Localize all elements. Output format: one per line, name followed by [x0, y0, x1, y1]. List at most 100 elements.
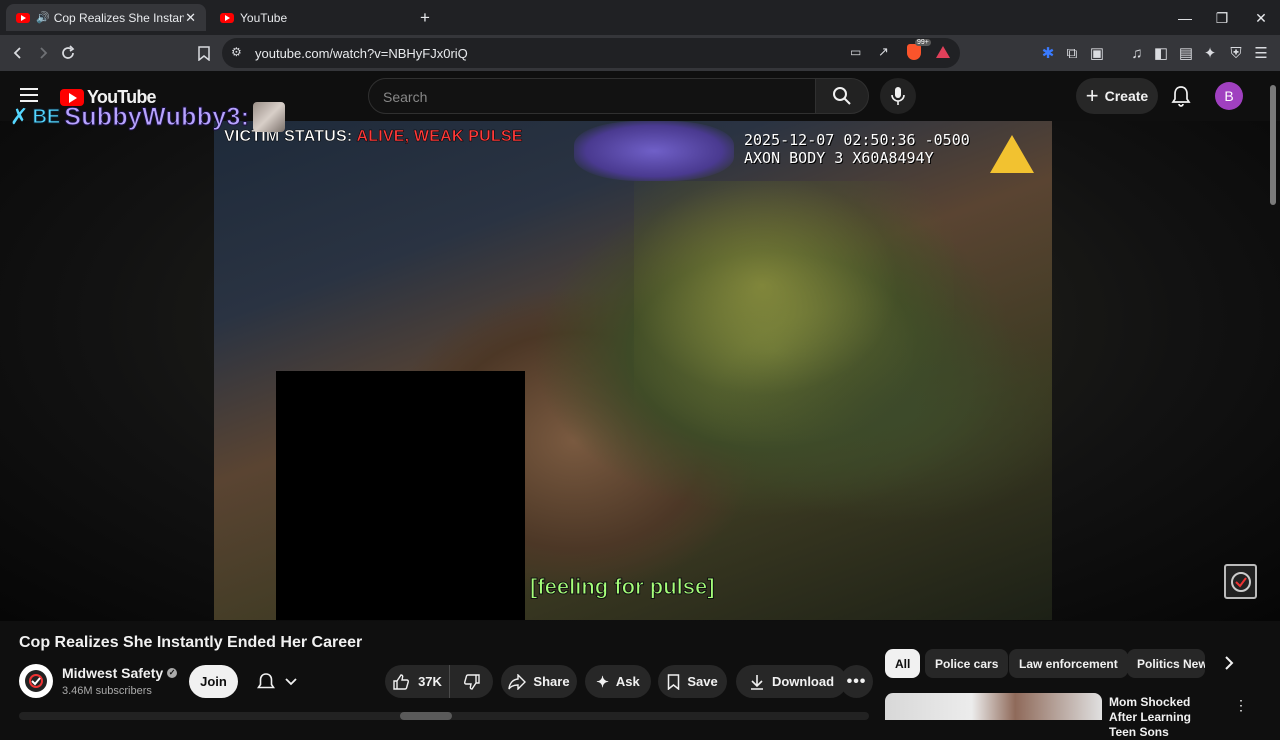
search-input[interactable]: Search	[368, 78, 816, 114]
like-dislike-group: 37K	[385, 665, 493, 698]
join-button[interactable]: Join	[189, 665, 238, 698]
sword-icon: ✗	[10, 104, 29, 129]
subscription-bell-button[interactable]	[247, 665, 307, 698]
channel-avatar[interactable]	[19, 664, 53, 698]
brave-shield-icon[interactable]	[907, 44, 921, 60]
download-button[interactable]: Download	[736, 665, 847, 698]
new-tab-button[interactable]: +	[414, 4, 440, 31]
youtube-favicon-icon	[16, 12, 30, 23]
search-placeholder: Search	[383, 89, 428, 105]
bell-icon	[257, 672, 275, 688]
search-button[interactable]	[815, 78, 869, 114]
brave-rewards-icon[interactable]	[936, 46, 950, 58]
cursor-scroll-indicator	[400, 712, 452, 720]
vpn-shield-icon[interactable]: ⛨	[1226, 43, 1246, 63]
ask-button[interactable]: ✦ Ask	[585, 665, 651, 698]
youtube-favicon-icon	[220, 12, 234, 23]
more-actions-button[interactable]: •••	[840, 665, 873, 698]
cast-icon[interactable]: ▭	[850, 45, 861, 59]
notifications-bell-icon[interactable]	[1171, 85, 1191, 112]
extension-icon[interactable]: ✱	[1038, 43, 1058, 63]
verified-icon: ✓	[167, 668, 178, 678]
sparkle-icon: ✦	[596, 673, 609, 691]
share-arrow-icon	[508, 673, 527, 690]
plus-icon: +	[1085, 83, 1099, 108]
create-button[interactable]: + Create	[1076, 78, 1158, 114]
create-label: Create	[1104, 88, 1149, 104]
voice-search-button[interactable]	[880, 78, 916, 114]
tab-youtube[interactable]: YouTube	[210, 4, 410, 31]
channel-name[interactable]: Midwest Safety ✓	[62, 665, 178, 681]
save-label: Save	[687, 674, 718, 689]
account-avatar[interactable]: B	[1215, 82, 1243, 110]
bookmark-icon[interactable]	[194, 43, 214, 63]
victim-status-value: ALIVE, WEAK PULSE	[356, 128, 523, 146]
screenshot-icon[interactable]: ▣	[1087, 43, 1107, 63]
like-count: 37K	[418, 674, 442, 689]
ask-label: Ask	[615, 674, 640, 689]
share-button[interactable]: Share	[501, 665, 577, 698]
close-window-icon[interactable]: ✕	[1251, 8, 1271, 28]
chip-all[interactable]: All	[885, 649, 921, 678]
browser-tab-bar: 🔊 Cop Realizes She Instantly En ✕ YouTub…	[0, 0, 1280, 35]
forward-icon[interactable]	[33, 43, 53, 63]
thumbs-down-icon	[464, 673, 480, 690]
tab-close-icon[interactable]: ✕	[185, 10, 196, 26]
redaction-box	[276, 371, 525, 620]
download-icon	[750, 674, 763, 690]
chip-politics-news[interactable]: Politics New	[1127, 649, 1205, 678]
chevron-right-icon[interactable]	[1218, 652, 1240, 674]
share-label: Share	[533, 674, 570, 689]
sidebar-icon[interactable]: ◧	[1151, 43, 1171, 63]
microphone-icon	[891, 87, 905, 105]
minimize-icon[interactable]: —	[1175, 8, 1195, 28]
tab-active[interactable]: 🔊 Cop Realizes She Instantly En ✕	[6, 4, 206, 31]
thumbs-up-icon	[393, 673, 410, 690]
dislike-button[interactable]	[451, 665, 493, 698]
search-icon	[833, 87, 851, 105]
more-dots-icon: •••	[846, 672, 867, 690]
channel-name-text: Midwest Safety	[62, 665, 164, 681]
stream-overlay: ✗ BE SubbyWubby3:	[10, 102, 286, 132]
timestamp-date: 2025-12-07 02:50:36 -0500	[744, 131, 970, 149]
overlay-prefix: BE	[32, 105, 61, 128]
reload-icon[interactable]	[58, 43, 78, 63]
gloved-hand	[574, 121, 734, 181]
leo-ai-icon[interactable]: ✦	[1200, 43, 1220, 63]
chip-law-enforcement[interactable]: Law enforcement	[1009, 649, 1128, 678]
video-player[interactable]: VICTIM STATUS: ALIVE, WEAK PULSE 2025-12…	[214, 121, 1052, 620]
tab-title: Cop Realizes She Instantly En	[53, 10, 184, 25]
new-tab-label: +	[420, 7, 430, 27]
speaker-icon: 🔊	[36, 12, 50, 24]
recommended-more-icon[interactable]: ⋮	[1233, 695, 1249, 715]
recommended-title[interactable]: Mom Shocked After Learning Teen Sons	[1109, 695, 1219, 740]
tab-title: YouTube	[240, 10, 288, 25]
share-page-icon[interactable]: ↗	[878, 44, 889, 60]
chip-police-cars[interactable]: Police cars	[925, 649, 1009, 678]
site-settings-icon[interactable]: ⚙	[231, 45, 242, 59]
cat-emote-icon	[253, 102, 286, 132]
bookmark-save-icon	[668, 673, 680, 690]
channel-watermark-icon[interactable]	[1224, 564, 1257, 599]
chevron-down-icon	[285, 677, 297, 685]
url-text: youtube.com/watch?v=NBHyFJx0riQ	[255, 46, 468, 61]
back-icon[interactable]	[8, 43, 28, 63]
axon-logo-icon	[990, 135, 1034, 173]
timestamp-device: AXON BODY 3 X60A8494Y	[744, 149, 934, 167]
overlay-username: SubbyWubby3:	[64, 102, 250, 131]
music-icon[interactable]: ♫	[1127, 43, 1147, 63]
save-button[interactable]: Save	[658, 665, 727, 698]
video-caption: [feeling for pulse]	[530, 574, 716, 600]
browser-toolbar: ⚙ youtube.com/watch?v=NBHyFJx0riQ ▭ ↗ 99…	[0, 35, 1280, 71]
menu-icon[interactable]: ☰	[1251, 43, 1271, 63]
extensions-puzzle-icon[interactable]: ⧉	[1062, 43, 1082, 63]
page-scrollbar[interactable]	[1270, 85, 1276, 205]
address-bar[interactable]: ⚙ youtube.com/watch?v=NBHyFJx0riQ ▭ ↗ 99…	[222, 38, 960, 68]
bodycam-timestamp: 2025-12-07 02:50:36 -0500 AXON BODY 3 X6…	[744, 131, 970, 167]
subscriber-count: 3.46M subscribers	[62, 685, 152, 697]
jacket-fabric	[634, 181, 954, 441]
like-button[interactable]: 37K	[385, 665, 450, 698]
wallet-icon[interactable]: ▤	[1176, 43, 1196, 63]
recommended-thumbnail[interactable]	[885, 693, 1102, 720]
restore-icon[interactable]: ❐	[1212, 8, 1232, 28]
